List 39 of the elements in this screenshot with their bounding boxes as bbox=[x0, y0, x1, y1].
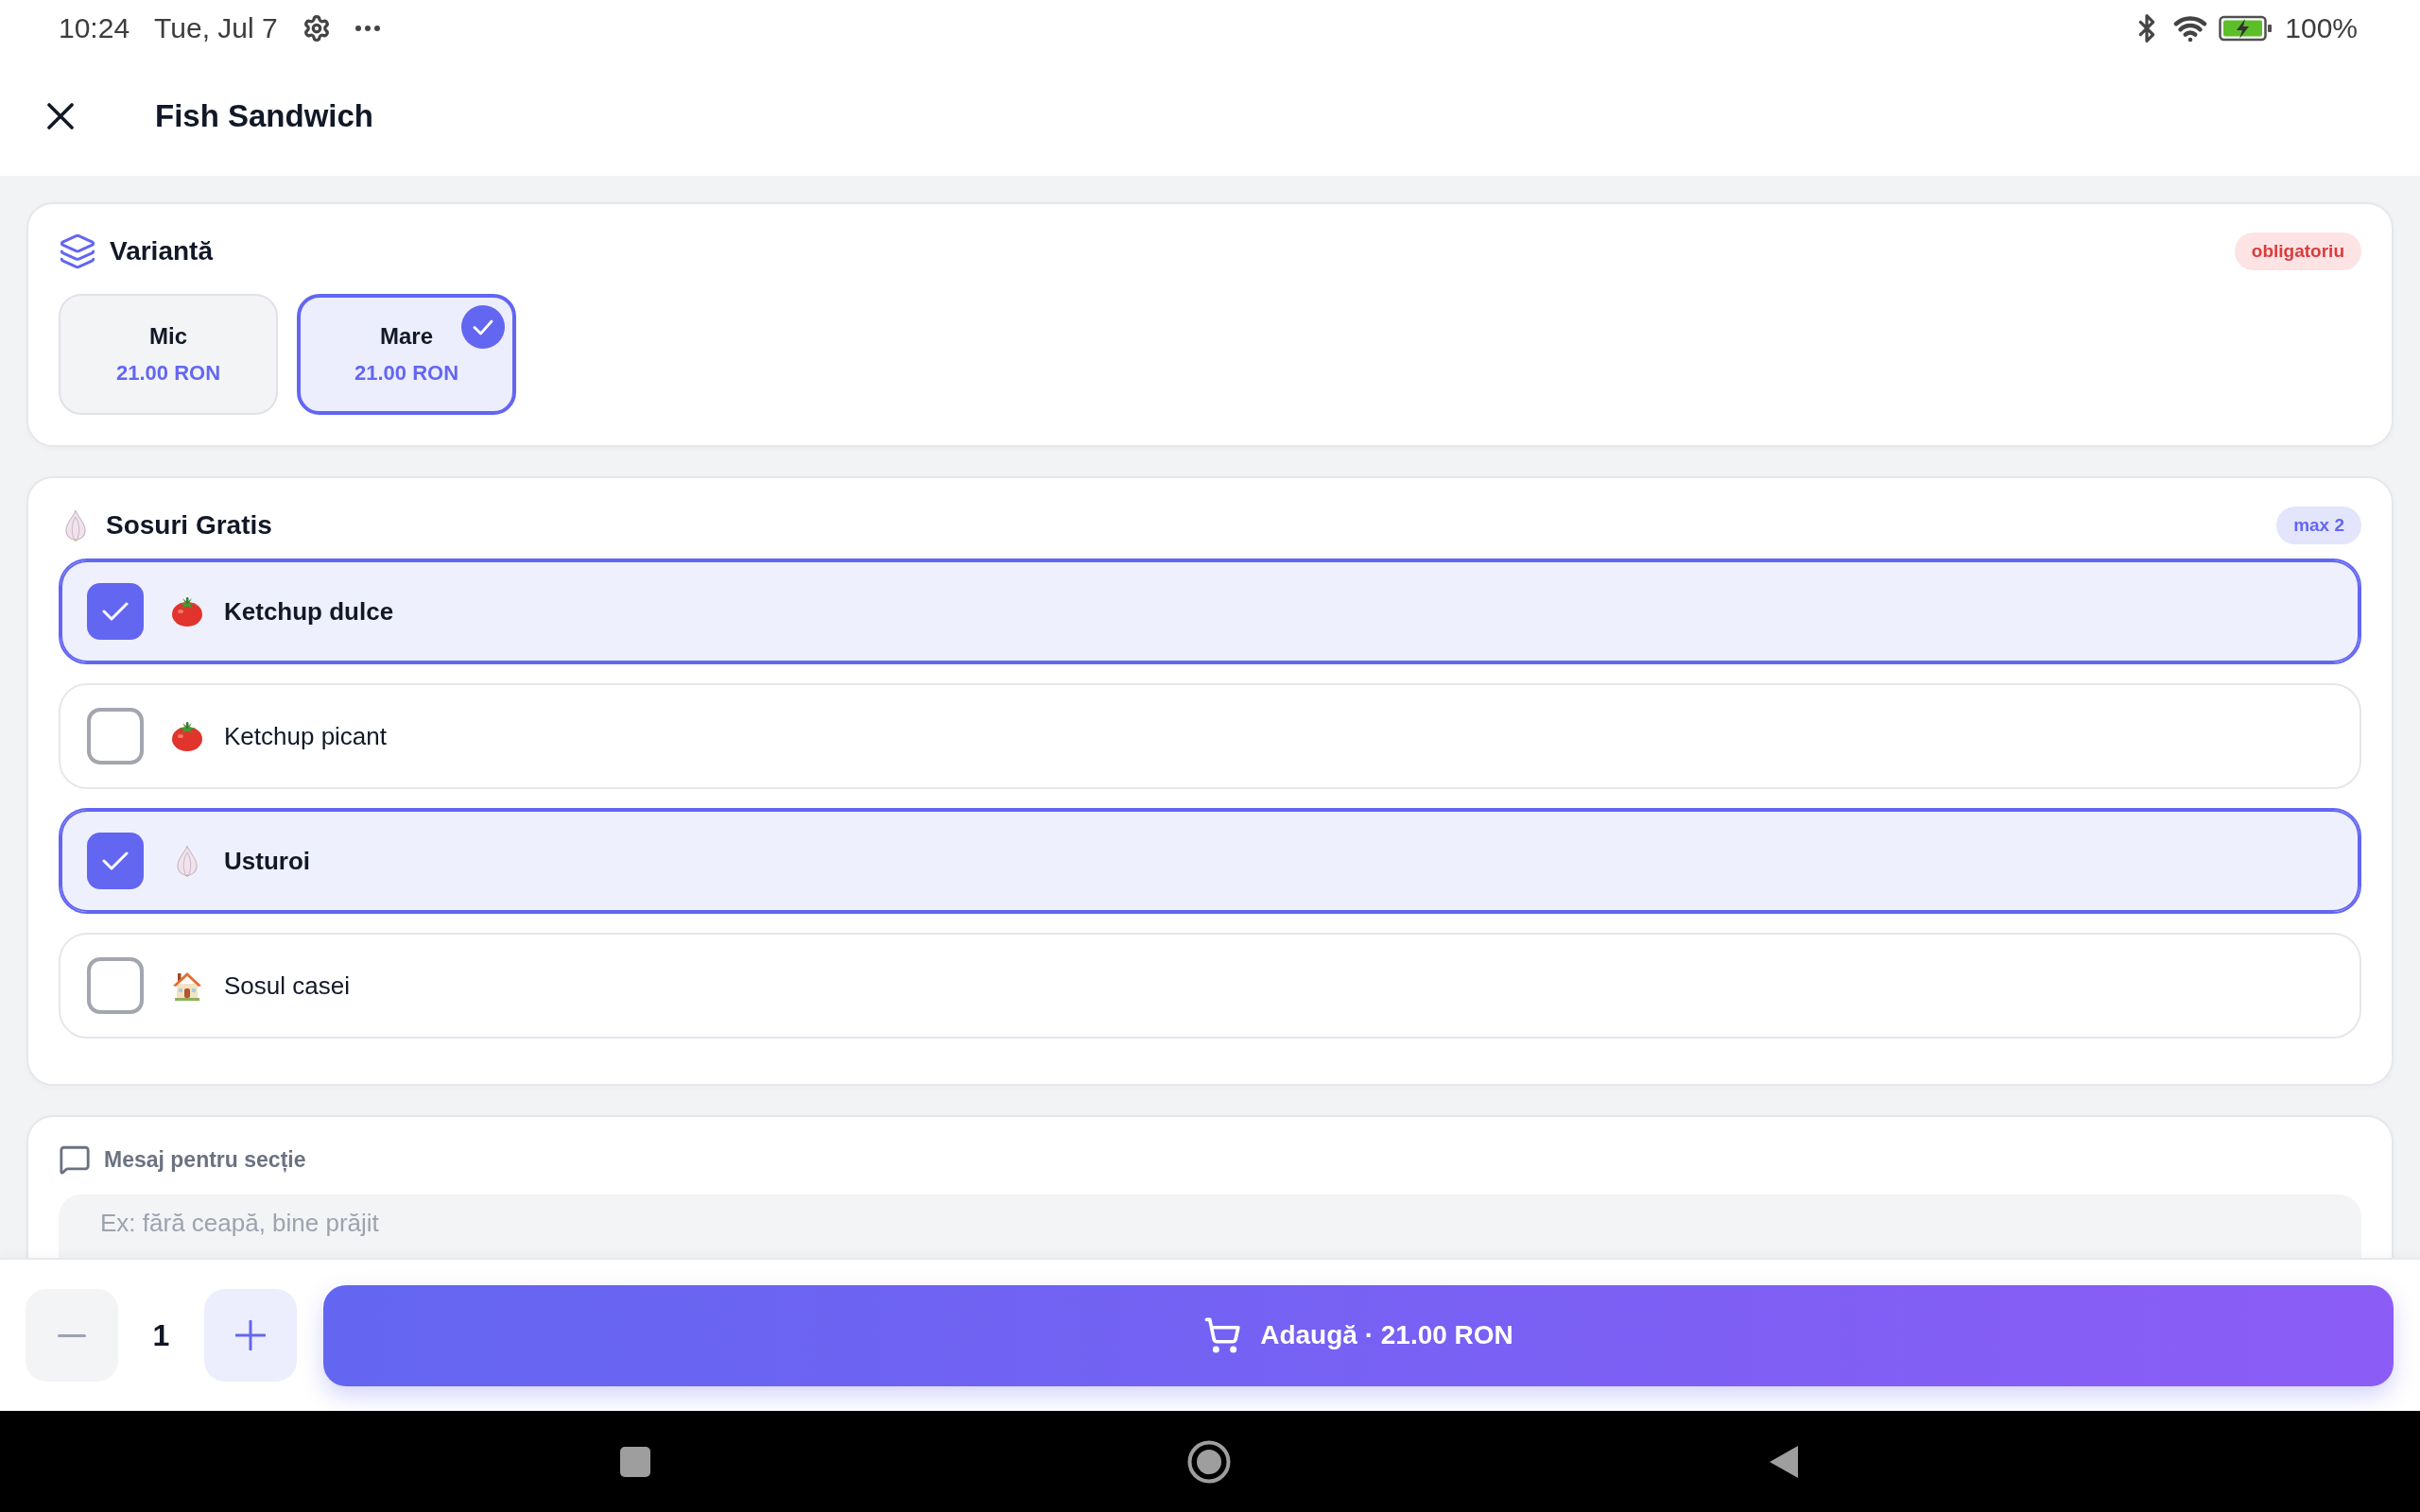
section-title: Mesaj pentru secție bbox=[104, 1146, 306, 1173]
section-title: Sosuri Gratis bbox=[106, 510, 272, 541]
checkbox[interactable] bbox=[87, 708, 144, 765]
more-icon bbox=[354, 26, 380, 31]
tomato-icon bbox=[170, 594, 204, 628]
cart-icon bbox=[1203, 1316, 1242, 1354]
recents-icon[interactable] bbox=[620, 1446, 650, 1477]
tomato-icon bbox=[170, 719, 204, 753]
gear-icon bbox=[302, 14, 331, 43]
status-time: 10:24 bbox=[59, 14, 130, 43]
minus-icon bbox=[58, 1333, 86, 1337]
battery-charging-icon bbox=[2219, 15, 2274, 42]
limit-badge: max 2 bbox=[2276, 507, 2361, 544]
variant-option[interactable]: Mare 21.00 RON bbox=[297, 294, 516, 415]
check-icon bbox=[102, 602, 129, 621]
sauce-option[interactable]: Sosul casei bbox=[59, 933, 2361, 1039]
required-badge: obligatoriu bbox=[2234, 232, 2361, 270]
message-icon bbox=[59, 1143, 91, 1176]
sauce-option[interactable]: Usturoi bbox=[59, 808, 2361, 914]
page-title: Fish Sandwich bbox=[155, 98, 374, 134]
close-icon[interactable] bbox=[47, 103, 74, 129]
checkbox[interactable] bbox=[87, 957, 144, 1014]
battery-percent: 100% bbox=[2285, 14, 2358, 43]
quantity-value: 1 bbox=[151, 1317, 171, 1353]
layers-icon bbox=[59, 232, 96, 270]
check-icon bbox=[461, 305, 505, 349]
home-icon[interactable] bbox=[1187, 1439, 1231, 1484]
check-icon bbox=[102, 851, 129, 870]
back-icon[interactable] bbox=[1768, 1444, 1800, 1479]
sauce-option[interactable]: Ketchup dulce bbox=[59, 558, 2361, 664]
message-field[interactable]: Ex: fără ceapă, bine prăjit bbox=[59, 1194, 2361, 1258]
add-to-cart-button[interactable]: Adaugă · 21.00 RON bbox=[323, 1284, 2394, 1386]
status-date: Tue, Jul 7 bbox=[154, 14, 278, 43]
checkbox[interactable] bbox=[87, 833, 144, 889]
section-title: Variantă bbox=[110, 236, 213, 266]
sauce-option[interactable]: Ketchup picant bbox=[59, 683, 2361, 789]
variant-option[interactable]: Mic 21.00 RON bbox=[59, 294, 278, 415]
checkbox[interactable] bbox=[87, 583, 144, 640]
plus-icon bbox=[235, 1320, 266, 1350]
